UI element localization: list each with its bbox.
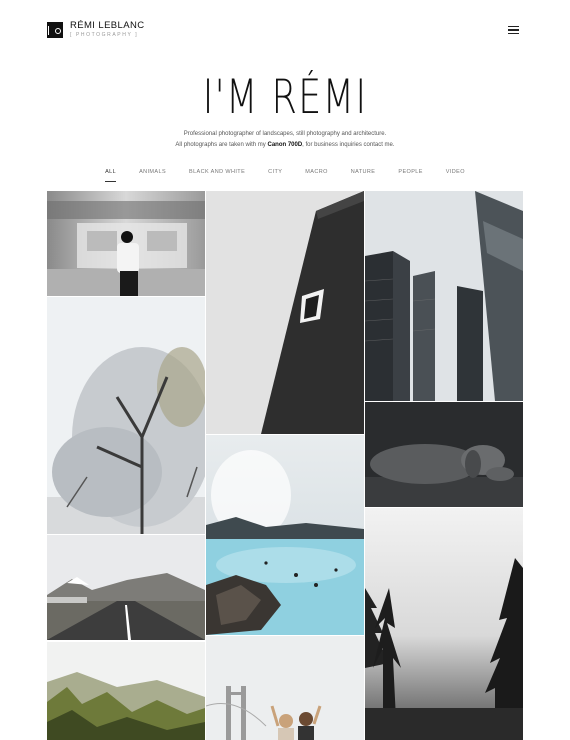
page-title: I'M RÉMI [202,70,368,125]
photo-snowy-tree[interactable] [47,297,205,534]
photo-blue-lagoon[interactable] [206,435,364,635]
intro-line-1: Professional photographer of landscapes,… [183,131,387,137]
photo-black-tower[interactable] [206,191,364,434]
filter-macro[interactable]: MACRO [294,167,339,181]
brand-tagline: [ PHOTOGRAPHY ] [70,32,139,38]
filter-animals[interactable]: ANIMALS [128,167,178,181]
photo-mountain-road[interactable] [47,535,205,640]
category-filters: ALL ANIMALS BLACK AND WHITE CITY MACRO N… [0,167,570,182]
filter-people[interactable]: PEOPLE [387,167,434,181]
site-header: RÉMI LEBLANC [ PHOTOGRAPHY ] [0,0,570,60]
logo-text: RÉMI LEBLANC [ PHOTOGRAPHY ] [70,20,145,39]
hamburger-menu-icon[interactable] [508,26,519,34]
photo-subway-woman[interactable] [47,191,205,296]
photo-autumn-hills[interactable] [47,642,205,740]
photo-skyscrapers[interactable] [365,191,523,401]
photo-sleeping-dog[interactable] [365,402,523,507]
brand-name: RÉMI LEBLANC [70,20,145,31]
logo[interactable]: RÉMI LEBLANC [ PHOTOGRAPHY ] [47,20,145,39]
filter-all[interactable]: ALL [94,167,128,182]
intro-text: Professional photographer of landscapes,… [0,129,570,151]
camera-logo-icon [47,21,63,38]
filter-black-and-white[interactable]: BLACK AND WHITE [178,167,257,181]
filter-nature[interactable]: NATURE [339,167,387,181]
photo-foggy-forest[interactable] [365,508,523,740]
camera-model: Canon 700D [267,142,303,148]
photo-bridge-people[interactable] [206,636,364,740]
filter-city[interactable]: CITY [257,167,294,181]
intro-line-2: All photographs are taken with my Canon … [175,142,395,148]
filter-video[interactable]: VIDEO [434,167,476,181]
